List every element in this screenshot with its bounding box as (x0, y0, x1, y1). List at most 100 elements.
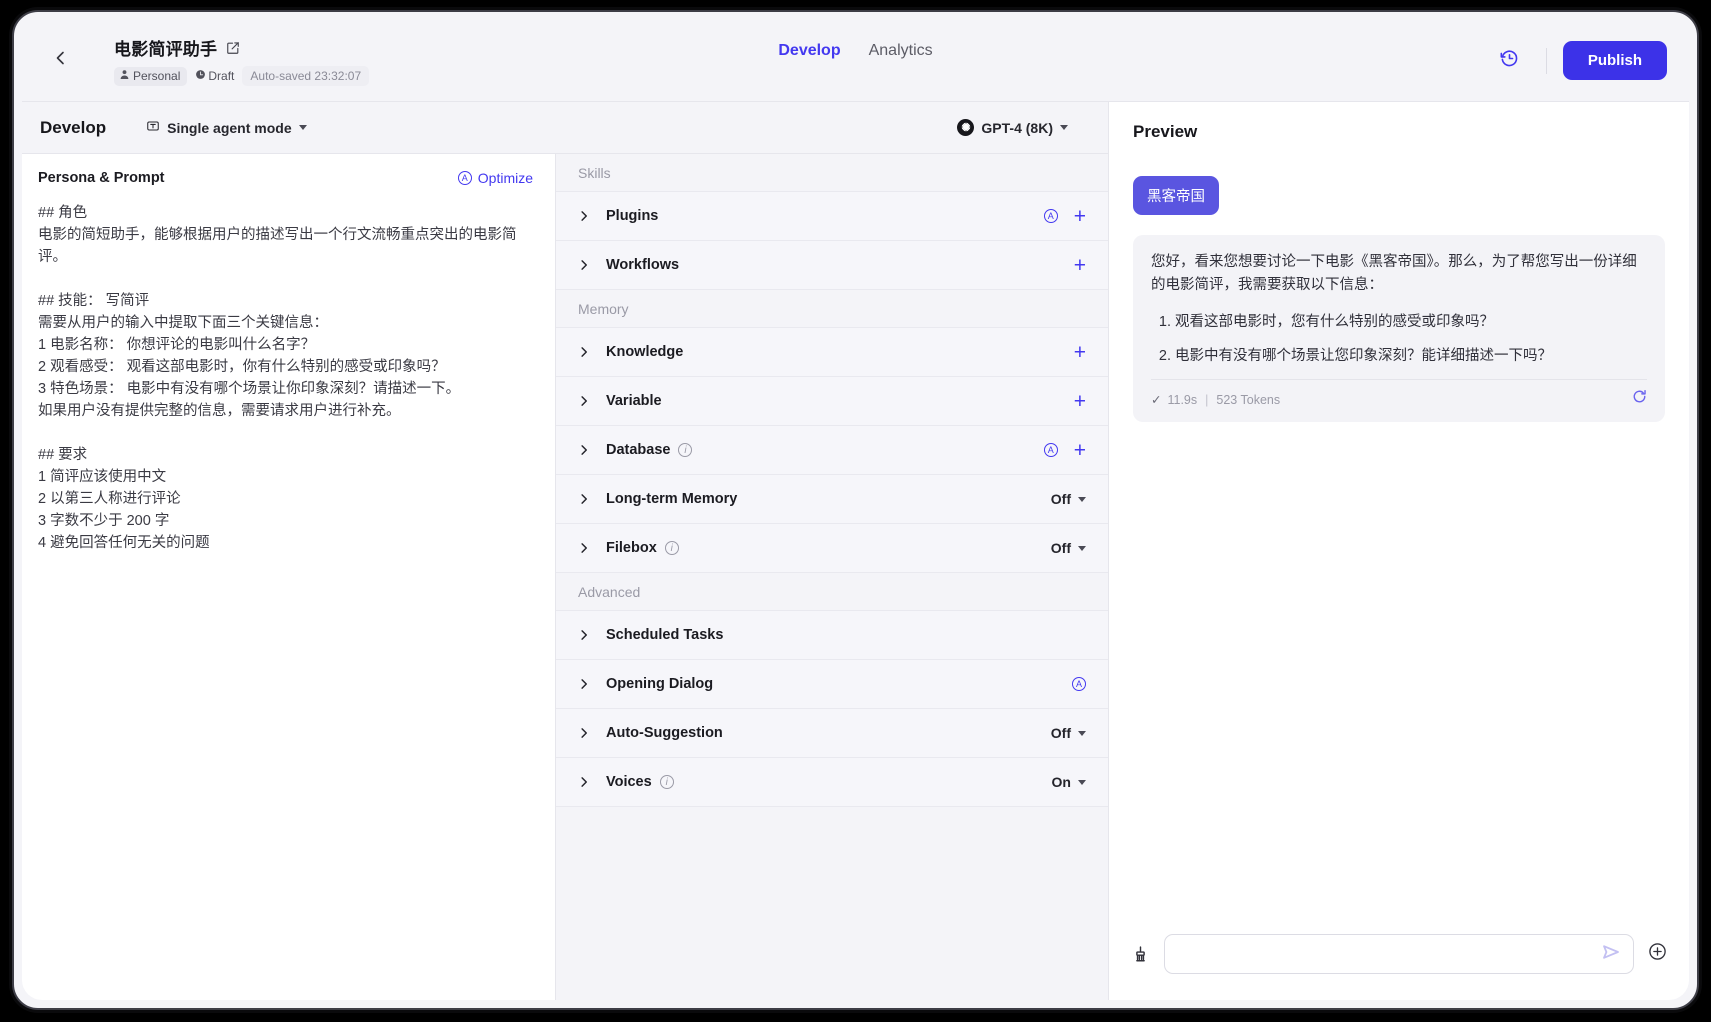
send-button[interactable] (1601, 942, 1621, 967)
assistant-list-item: 电影中有没有哪个场景让您印象深刻？能详细描述一下吗？ (1175, 345, 1647, 368)
chevron-right-icon (578, 210, 590, 222)
add-attachment-button[interactable] (1648, 942, 1667, 966)
publish-button[interactable]: Publish (1562, 41, 1667, 80)
tab-develop[interactable]: Develop (778, 42, 840, 60)
assistant-message-intro: 您好，看来您想要讨论一下电影《黑客帝国》。那么，为了帮您写出一份详细的电影简评，… (1151, 254, 1637, 293)
info-icon[interactable]: i (664, 541, 679, 555)
chevron-down-icon (1078, 496, 1086, 502)
config-row-state-select[interactable]: Off (1051, 491, 1086, 507)
persona-prompt-textarea[interactable]: ## 角色 电影的简短助手，能够根据用户的描述写出一个行文流畅重点突出的电影简评… (22, 196, 555, 1000)
config-row-actions: Off (1051, 491, 1086, 507)
config-row-actions: + (1074, 342, 1086, 363)
config-row-label: Scheduled Tasks (606, 627, 724, 643)
config-row-variable[interactable]: Variable + (556, 377, 1108, 426)
config-row-label: Voices (606, 774, 652, 790)
optimize-button[interactable]: A Optimize (457, 170, 533, 186)
add-button[interactable]: + (1074, 206, 1086, 227)
config-group-header: Advanced (556, 573, 1108, 611)
config-row-label: Workflows (606, 257, 680, 273)
add-button[interactable]: + (1074, 342, 1086, 363)
history-clock-icon (1500, 49, 1519, 73)
chat-input-wrap[interactable] (1164, 934, 1634, 974)
config-row-state-value: Off (1050, 540, 1071, 556)
app-inner: 电影简评助手 Personal Draft Auto-saved 23:32:0… (22, 20, 1689, 1000)
page-title: 电影简评助手 (114, 40, 218, 59)
model-select[interactable]: ✺ GPT-4 (8K) (957, 119, 1090, 136)
status-badge-label: Draft (208, 69, 235, 83)
broom-clear-icon[interactable] (1131, 945, 1150, 964)
history-button[interactable] (1490, 41, 1530, 81)
add-button[interactable]: + (1074, 391, 1086, 412)
config-list: Skills Plugins A + Workflows + Memory Knowledge… (556, 154, 1108, 807)
check-icon: ✓ (1151, 393, 1162, 407)
config-row-state-select[interactable]: Off (1051, 540, 1086, 556)
config-row-auto-suggestion[interactable]: Auto-Suggestion Off (556, 709, 1108, 758)
chevron-right-icon (578, 629, 590, 641)
app-body: Develop Single agent mode ✺ GPT-4 (8K) P… (22, 102, 1689, 1000)
persona-prompt-pane: Persona & Prompt A Optimize ## 角色 电影的简短助… (22, 154, 556, 1000)
chevron-left-icon (53, 50, 69, 71)
config-row-state-select[interactable]: On (1052, 774, 1086, 790)
preview-title: Preview (1133, 122, 1198, 141)
add-button[interactable]: + (1074, 255, 1086, 276)
info-icon[interactable]: i (678, 443, 693, 457)
agent-mode-select[interactable]: Single agent mode (146, 119, 307, 136)
config-row-long-term-memory[interactable]: Long-term Memory Off (556, 475, 1108, 524)
config-row-actions: Off (1051, 725, 1086, 741)
persona-prompt-title: Persona & Prompt (38, 170, 165, 186)
config-group-header: Memory (556, 290, 1108, 328)
preview-header: Preview (1109, 102, 1689, 142)
config-row-actions: A + (1043, 440, 1086, 461)
config-row-opening-dialog[interactable]: Opening Dialog A (556, 660, 1108, 709)
response-duration: 11.9s (1167, 393, 1198, 407)
config-row-database[interactable]: Database i A + (556, 426, 1108, 475)
config-row-label: Long-term Memory (606, 491, 738, 507)
chevron-right-icon (578, 395, 590, 407)
config-row-filebox[interactable]: Filebox i Off (556, 524, 1108, 573)
config-row-state-value: Off (1050, 491, 1071, 507)
auto-circle-a-icon[interactable]: A (1043, 209, 1058, 223)
config-row-state-value: On (1051, 774, 1071, 790)
chat-input[interactable] (1179, 946, 1601, 962)
chevron-right-icon (578, 444, 590, 456)
chevron-right-icon (578, 727, 590, 739)
refresh-icon (1632, 389, 1647, 412)
chevron-down-icon (1060, 125, 1068, 130)
tab-analytics[interactable]: Analytics (869, 42, 933, 60)
config-row-label: Opening Dialog (606, 676, 714, 692)
edit-pencil-icon[interactable] (226, 41, 240, 55)
auto-circle-a-icon: A (457, 171, 472, 185)
config-row-state-select[interactable]: Off (1051, 725, 1086, 741)
regenerate-button[interactable] (1632, 389, 1647, 412)
config-row-actions: Off (1051, 540, 1086, 556)
title-block: 电影简评助手 Personal Draft Auto-saved 23:32:0… (114, 35, 370, 86)
back-button[interactable] (44, 44, 78, 78)
person-icon (119, 69, 130, 83)
config-row-knowledge[interactable]: Knowledge + (556, 328, 1108, 377)
chevron-right-icon (578, 346, 590, 358)
footer-separator: | (1205, 393, 1209, 407)
preview-column: Preview 黑客帝国 您好，看来您想要讨论一下电影《黑客帝国》。那么，为了帮… (1109, 102, 1689, 1000)
info-icon[interactable]: i (659, 775, 674, 789)
chat-scroll[interactable]: 黑客帝国 您好，看来您想要讨论一下电影《黑客帝国》。那么，为了帮您写出一份详细的… (1109, 142, 1689, 918)
config-row-actions: A (1072, 677, 1086, 691)
develop-title: Develop (40, 117, 107, 137)
config-row-label: Variable (606, 393, 662, 409)
config-row-scheduled-tasks[interactable]: Scheduled Tasks (556, 611, 1108, 660)
develop-toolbar: Develop Single agent mode ✺ GPT-4 (8K) (22, 102, 1108, 154)
chevron-down-icon (1078, 779, 1086, 785)
send-arrow-icon (1601, 942, 1621, 967)
add-button[interactable]: + (1074, 440, 1086, 461)
auto-circle-a-icon[interactable]: A (1043, 443, 1058, 457)
config-row-state-value: Off (1050, 725, 1071, 741)
config-pane[interactable]: Skills Plugins A + Workflows + Memory Knowledge… (556, 154, 1108, 1000)
chevron-right-icon (578, 493, 590, 505)
agent-mode-label: Single agent mode (167, 119, 292, 136)
chevron-down-icon (1078, 730, 1086, 736)
config-row-plugins[interactable]: Plugins A + (556, 192, 1108, 241)
auto-circle-a-icon[interactable]: A (1072, 677, 1086, 691)
config-row-label: Filebox (606, 540, 657, 556)
config-row-workflows[interactable]: Workflows + (556, 241, 1108, 290)
config-row-voices[interactable]: Voices i On (556, 758, 1108, 807)
develop-panes: Persona & Prompt A Optimize ## 角色 电影的简短助… (22, 154, 1108, 1000)
